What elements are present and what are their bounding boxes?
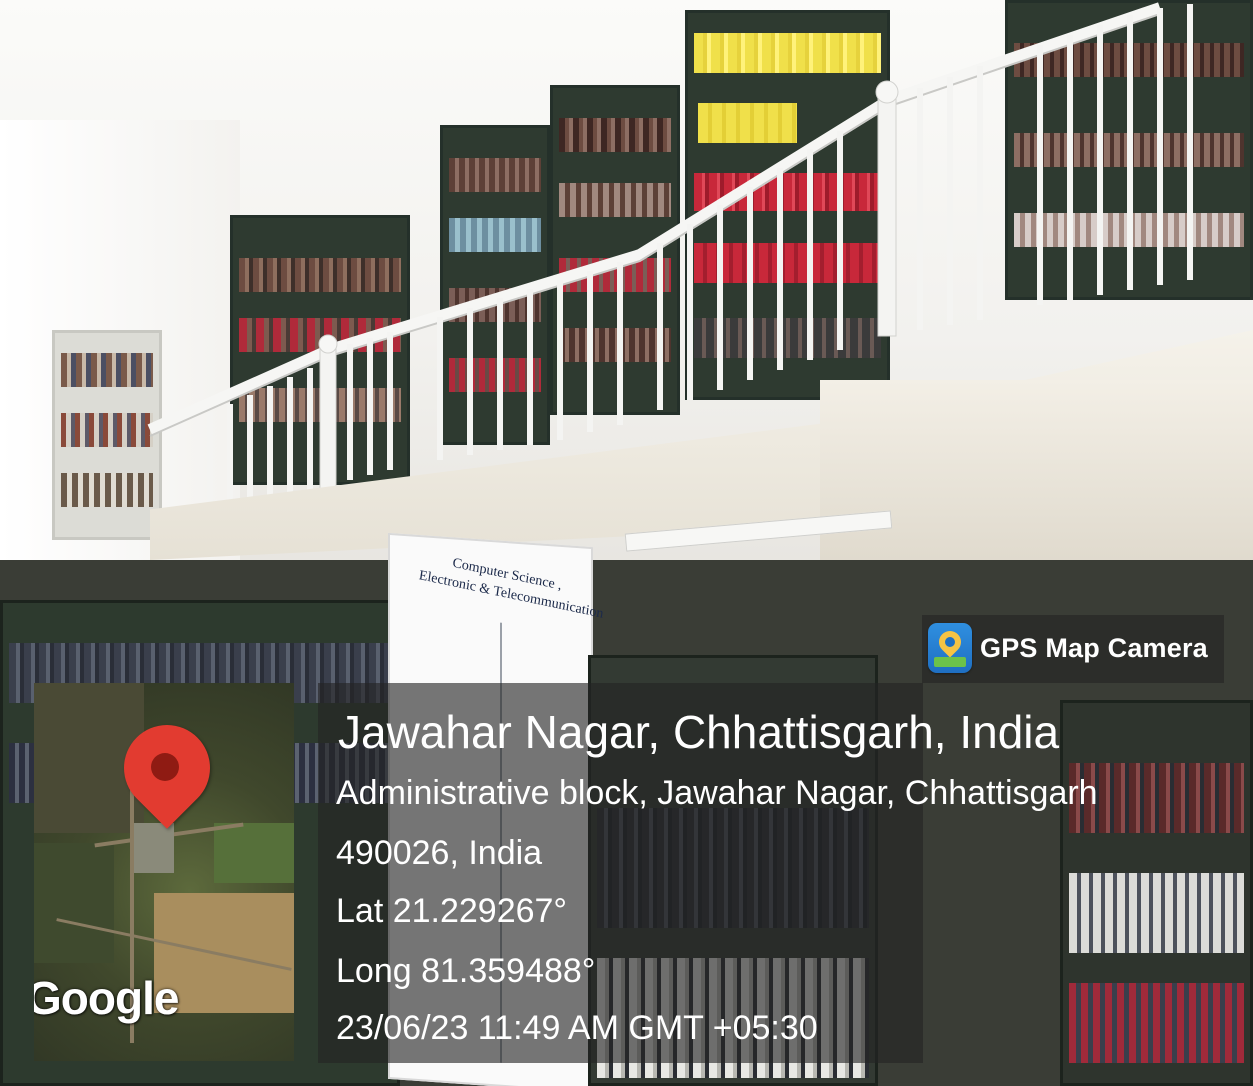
latitude: Lat 21.229267° — [336, 892, 568, 930]
gps-map-camera-badge: GPS Map Camera — [922, 615, 1224, 683]
location-pin-dot — [151, 753, 179, 781]
location-map-thumbnail[interactable]: Google — [34, 683, 294, 1061]
address-line-1: Administrative block, Jawahar Nagar, Chh… — [336, 774, 1098, 812]
location-title: Jawahar Nagar, Chhattisgarh, India — [338, 706, 1060, 758]
beam — [820, 380, 1253, 580]
longitude: Long 81.359488° — [336, 952, 596, 990]
google-attribution: Google — [34, 972, 179, 1024]
timestamp: 23/06/23 11:49 AM GMT +05:30 — [336, 1009, 818, 1047]
gps-map-camera-app-icon — [928, 623, 972, 673]
lower-shelf-right — [1060, 700, 1253, 1086]
library-photo: Computer Science , Electronic & Telecomm… — [0, 0, 1253, 1086]
brand-label: GPS Map Camera — [980, 633, 1208, 663]
address-line-2: 490026, India — [336, 834, 543, 872]
location-info-panel: Jawahar Nagar, Chhattisgarh, India Admin… — [318, 683, 1098, 1063]
